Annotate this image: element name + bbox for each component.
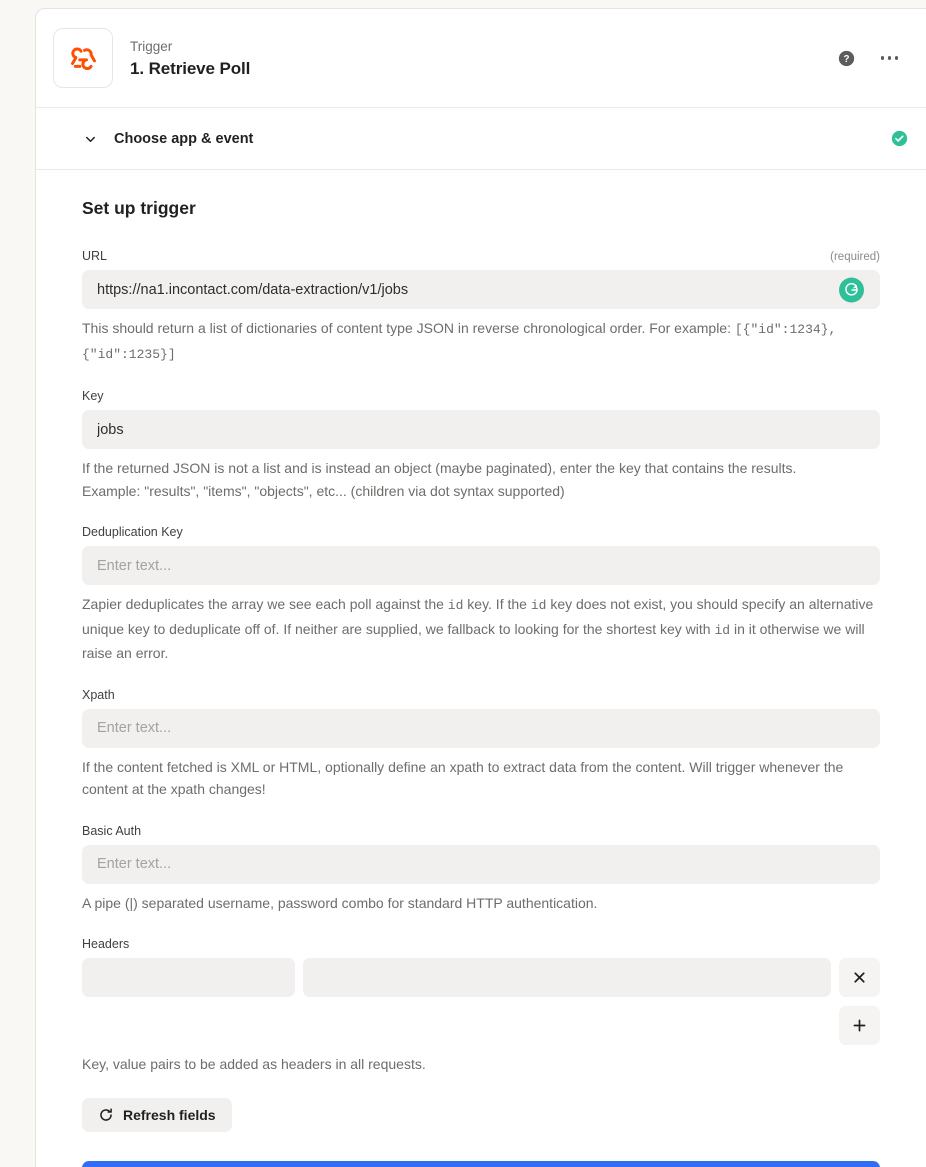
help-button[interactable]: ? xyxy=(838,50,855,67)
trigger-step-card: Trigger 1. Retrieve Poll ? Choose app & … xyxy=(35,8,926,1167)
page-title: 1. Retrieve Poll xyxy=(130,58,251,78)
field-xpath-label-row: Xpath xyxy=(82,687,880,703)
dedup-help-code2: id xyxy=(530,598,547,613)
deduplication-key-input[interactable] xyxy=(82,546,880,585)
dedup-help-part1: Zapier deduplicates the array we see eac… xyxy=(82,596,448,612)
field-xpath: Xpath If the content fetched is XML or H… xyxy=(82,687,880,801)
field-key: Key If the returned JSON is not a list a… xyxy=(82,388,880,502)
help-circle-icon: ? xyxy=(838,50,854,66)
close-x-icon xyxy=(854,972,865,983)
field-headers-label: Headers xyxy=(82,937,130,951)
field-url-help: This should return a list of dictionarie… xyxy=(82,317,880,366)
svg-text:?: ? xyxy=(843,54,849,65)
field-xpath-label: Xpath xyxy=(82,687,115,702)
field-deduplication-key: Deduplication Key Zapier deduplicates th… xyxy=(82,524,880,665)
status-badge xyxy=(891,130,908,147)
plus-icon xyxy=(853,1019,866,1032)
refresh-fields-label: Refresh fields xyxy=(123,1106,216,1123)
field-url-help-prefix: This should return a list of dictionarie… xyxy=(82,320,735,336)
headers-add-row xyxy=(82,1006,880,1045)
remove-header-button[interactable] xyxy=(839,958,880,997)
add-header-button[interactable] xyxy=(839,1006,880,1045)
section-title: Set up trigger xyxy=(82,198,196,218)
field-dedup-label: Deduplication Key xyxy=(82,525,183,539)
basic-auth-input[interactable] xyxy=(82,844,880,884)
header-actions: ? xyxy=(838,50,898,67)
webhook-app-icon xyxy=(53,28,113,88)
step-label: Choose app & event xyxy=(114,130,254,147)
field-headers: Headers Key, value pairs to be added as … xyxy=(82,936,880,1076)
field-basic-auth-label: Basic Auth xyxy=(82,823,142,838)
refresh-icon xyxy=(100,1107,112,1121)
refresh-fields-button[interactable]: Refresh fields xyxy=(82,1097,232,1132)
field-url-input-wrap xyxy=(82,270,880,309)
dedup-help-code3: id xyxy=(714,622,731,638)
dedup-help-code1: id xyxy=(447,598,464,613)
field-key-help-line1: If the returned JSON is not a list and i… xyxy=(82,460,797,476)
step-type-label: Trigger xyxy=(130,38,173,54)
field-headers-label-row: Headers xyxy=(82,936,880,952)
field-headers-help: Key, value pairs to be added as headers … xyxy=(82,1056,426,1072)
field-basic-auth: Basic Auth A pipe (|) separated username… xyxy=(82,823,880,915)
xpath-input[interactable] xyxy=(82,708,880,748)
field-url-required-tag: (required) xyxy=(830,251,880,263)
field-url-label-row: URL (required) xyxy=(82,248,880,264)
more-options-button[interactable] xyxy=(880,56,898,60)
check-circle-icon xyxy=(891,130,908,147)
header-key-input[interactable] xyxy=(82,958,295,997)
url-input[interactable] xyxy=(82,270,880,309)
header-value-input[interactable] xyxy=(303,958,831,997)
step-choose-app-and-event[interactable]: Choose app & event xyxy=(36,108,926,170)
field-xpath-help: If the content fetched is XML or HTML, o… xyxy=(82,758,844,798)
setup-trigger-form: Set up trigger URL (required) This shoul… xyxy=(36,170,926,1167)
field-key-label-row: Key xyxy=(82,388,880,404)
grammarly-icon[interactable] xyxy=(839,277,864,302)
field-url: URL (required) This should return a list… xyxy=(82,248,880,366)
field-basic-auth-label-row: Basic Auth xyxy=(82,823,880,839)
field-key-label: Key xyxy=(82,389,104,403)
field-dedup-label-row: Deduplication Key xyxy=(82,524,880,540)
card-header: Trigger 1. Retrieve Poll ? xyxy=(36,9,926,108)
key-input[interactable] xyxy=(82,410,880,449)
dedup-help-part2: key. If the xyxy=(463,596,531,612)
field-key-help: If the returned JSON is not a list and i… xyxy=(82,457,880,502)
field-basic-auth-help: A pipe (|) separated username, password … xyxy=(82,894,598,911)
webhook-icon xyxy=(71,47,96,71)
field-key-help-line2: Example: "results", "items", "objects", … xyxy=(82,482,565,499)
header-text-group: Trigger 1. Retrieve Poll xyxy=(130,38,838,79)
field-dedup-help: Zapier deduplicates the array we see eac… xyxy=(82,593,880,665)
ellipsis-icon xyxy=(880,56,898,60)
continue-button[interactable]: Continue xyxy=(82,1160,880,1167)
headers-row xyxy=(82,958,880,997)
field-url-label: URL xyxy=(82,249,108,263)
chevron-down-icon xyxy=(83,131,98,146)
